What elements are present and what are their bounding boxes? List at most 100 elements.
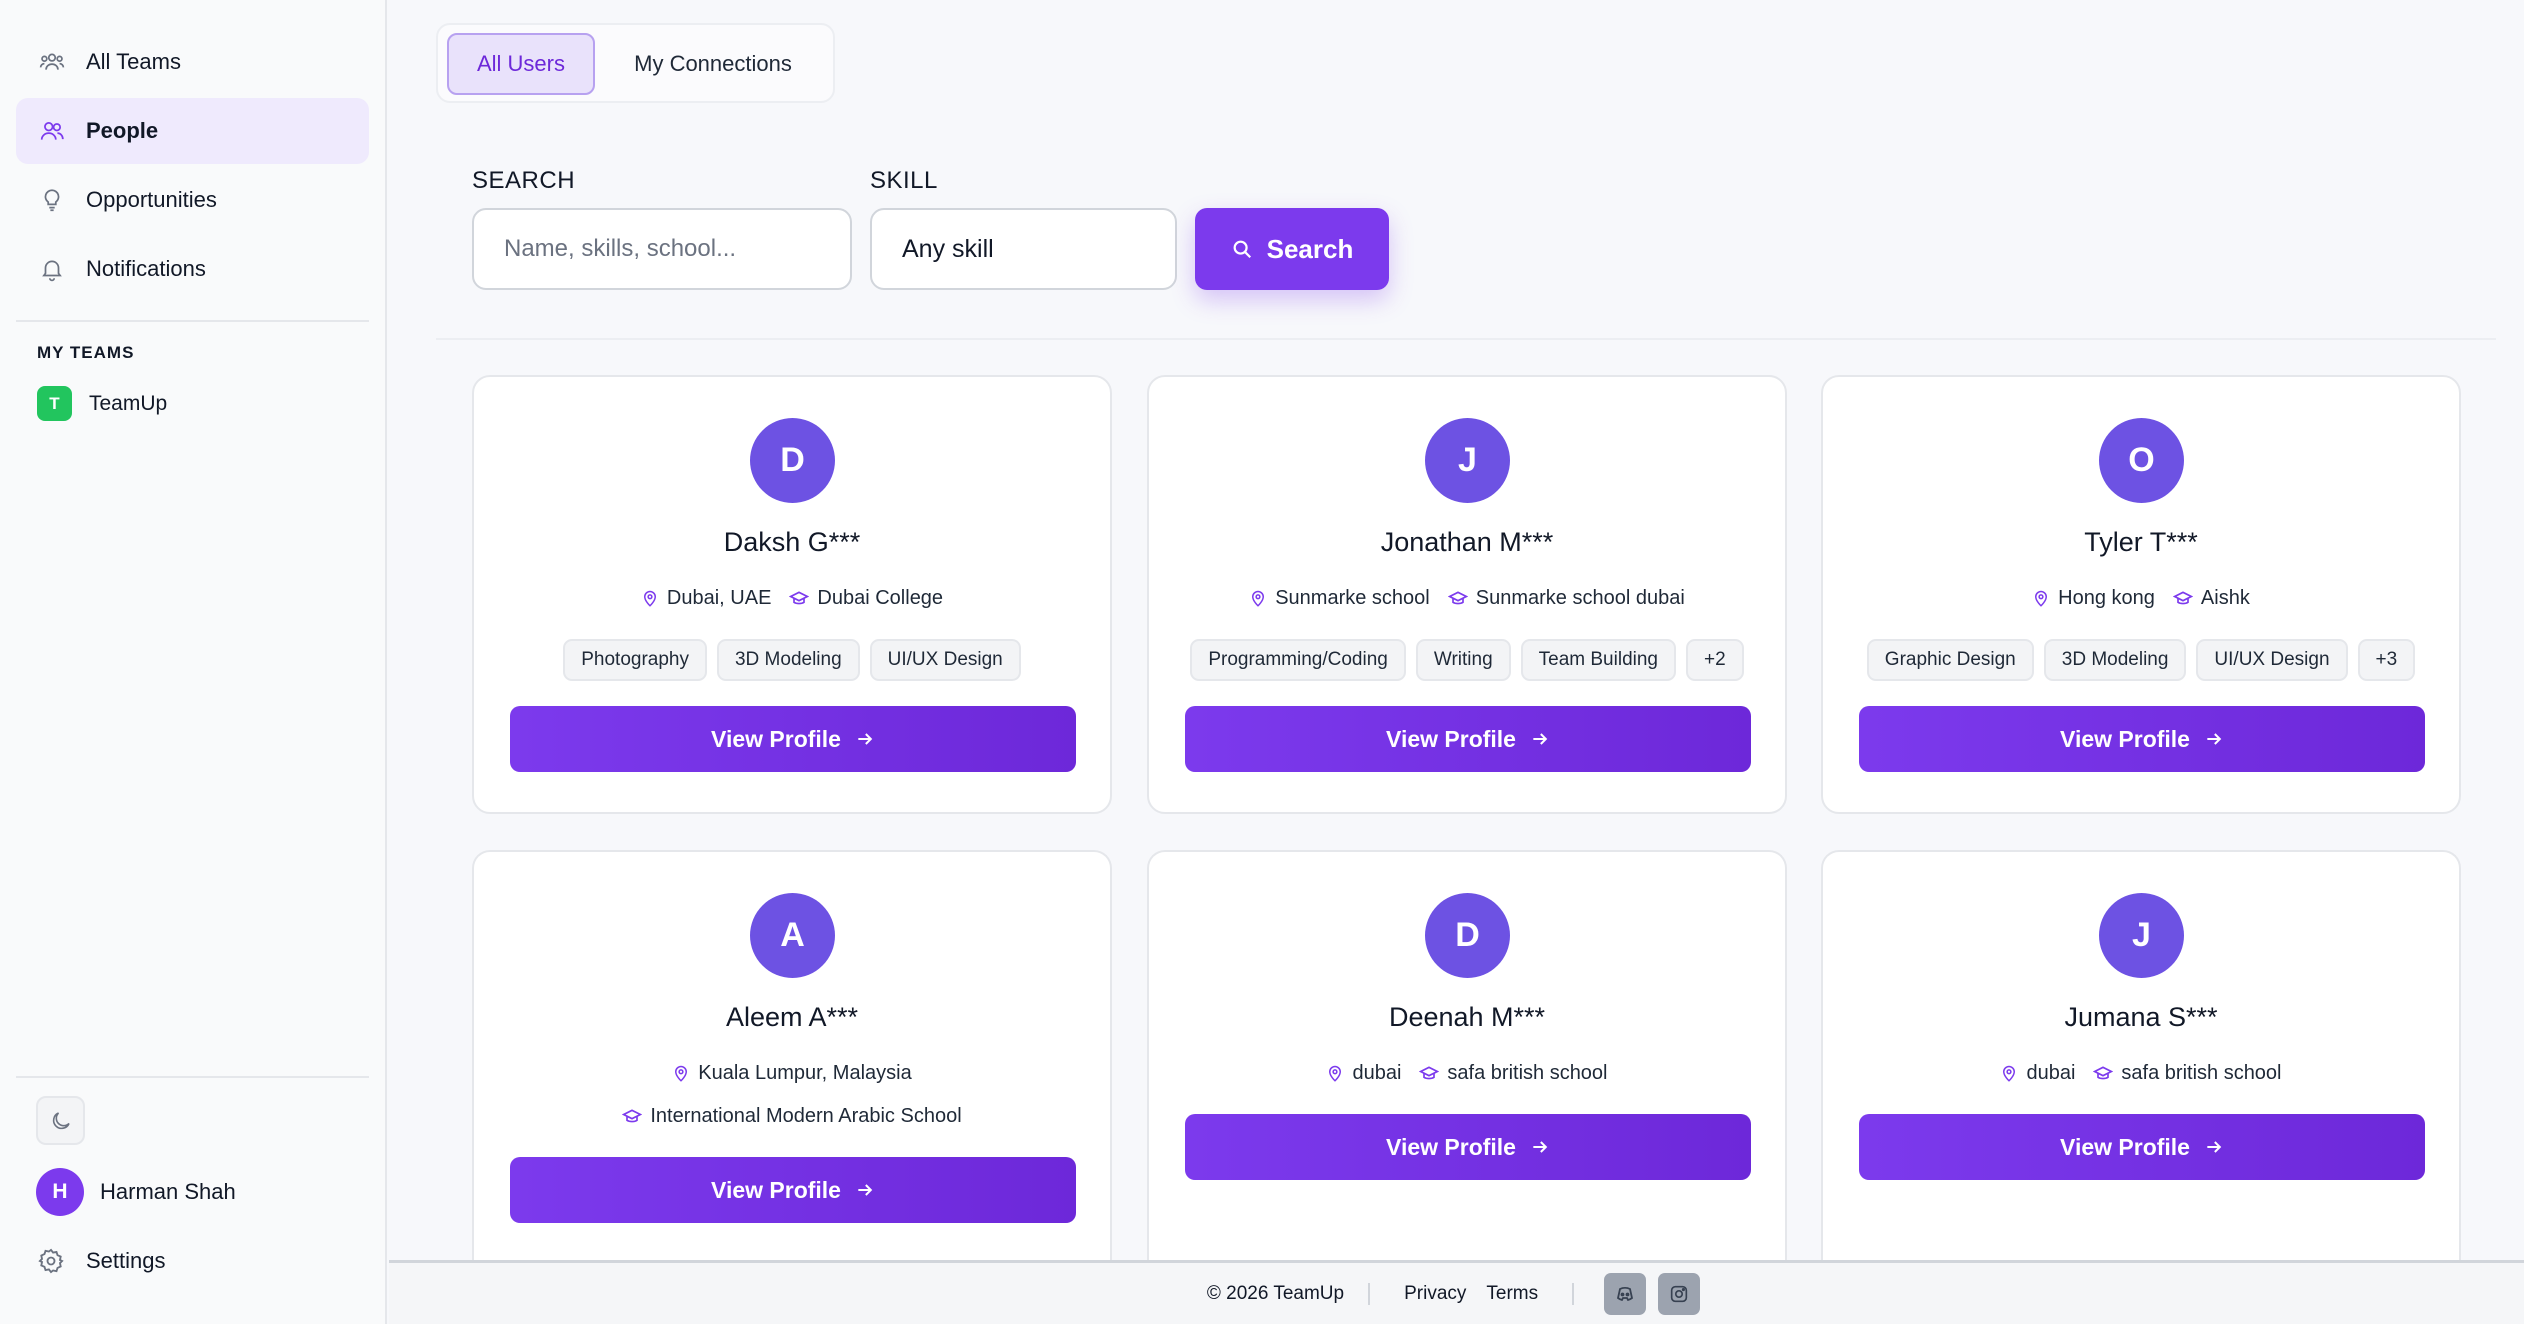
skill-tag: Photography	[563, 639, 707, 681]
skill-tag: Graphic Design	[1866, 639, 2034, 681]
view-profile-button[interactable]: View Profile	[1859, 1114, 2425, 1180]
view-profile-button[interactable]: View Profile	[1859, 706, 2425, 772]
user-card-school: Aishk	[2200, 587, 2250, 609]
moon-icon	[49, 1109, 73, 1133]
search-button[interactable]: Search	[1195, 208, 1389, 290]
sidebar-divider	[16, 320, 369, 322]
user-card-name: Aleem A***	[725, 1002, 859, 1032]
user-card-location: Dubai, UAE	[666, 587, 772, 609]
user-card-meta: Hong kong Aishk	[1823, 587, 2459, 610]
location-pin-icon	[1252, 590, 1265, 607]
avatar: J	[2099, 893, 2184, 978]
avatar: J	[1425, 418, 1510, 503]
user-card-location: dubai	[1352, 1062, 1402, 1084]
user-card: O Tyler T*** Hong kong Aishk Graphic Des…	[1821, 375, 2461, 814]
team-badge: T	[37, 386, 72, 421]
user-card-school: Dubai College	[817, 587, 944, 609]
user-card: D Deenah M*** dubai safa british school …	[1147, 850, 1787, 1260]
user-card-school: safa british school	[2121, 1062, 2282, 1084]
view-profile-button[interactable]: View Profile	[510, 706, 1076, 772]
graduation-cap-icon	[622, 1108, 643, 1122]
user-name: Harman Shah	[100, 1179, 236, 1204]
user-card-name: Daksh G***	[723, 527, 861, 557]
team-item-teamup[interactable]: T TeamUp	[37, 386, 167, 421]
people-icon	[38, 117, 66, 145]
user-card-school: safa british school	[1447, 1062, 1608, 1084]
nav-item-all-teams[interactable]: All Teams	[16, 29, 369, 95]
sidebar: All Teams People Opportunities Notificat…	[0, 0, 387, 1324]
user-card-location-row: Kuala Lumpur, Malaysia	[474, 1062, 1110, 1085]
user-card-meta: dubai safa british school	[1823, 1062, 2459, 1085]
terms-link[interactable]: Terms	[1486, 1283, 1538, 1305]
nav-item-people[interactable]: People	[16, 98, 369, 164]
nav-label: All Teams	[86, 49, 181, 74]
user-card-location: Sunmarke school	[1275, 587, 1430, 609]
view-profile-button[interactable]: View Profile	[510, 1157, 1076, 1223]
arrow-right-icon	[2204, 729, 2224, 749]
user-card-school: International Modern Arabic School	[650, 1105, 962, 1127]
user-card-meta: Dubai, UAE Dubai College	[474, 587, 1110, 610]
privacy-link[interactable]: Privacy	[1404, 1283, 1466, 1305]
user-card-name: Deenah M***	[1388, 1002, 1546, 1032]
tab-my-connections[interactable]: My Connections	[602, 33, 824, 95]
location-pin-icon	[1329, 1065, 1342, 1082]
nav-label: Notifications	[86, 256, 206, 281]
settings-label: Settings	[86, 1248, 166, 1273]
bell-icon	[38, 255, 66, 283]
location-pin-icon	[675, 1065, 688, 1082]
avatar: D	[1425, 893, 1510, 978]
tab-all-users[interactable]: All Users	[447, 33, 595, 95]
graduation-cap-icon	[1419, 1065, 1440, 1079]
skill-tags: Programming/Coding Writing Team Building…	[1149, 639, 1785, 681]
skill-label: SKILL	[870, 167, 938, 194]
user-card-meta: Sunmarke school Sunmarke school dubai	[1149, 587, 1785, 610]
avatar: D	[750, 418, 835, 503]
search-button-label: Search	[1266, 233, 1354, 264]
skill-tag: UI/UX Design	[869, 639, 1021, 681]
user-card-school: Sunmarke school dubai	[1475, 587, 1685, 609]
skill-tag: UI/UX Design	[2196, 639, 2348, 681]
user-card: J Jonathan M*** Sunmarke school Sunmarke…	[1147, 375, 1787, 814]
instagram-icon[interactable]	[1658, 1272, 1701, 1315]
user-card: J Jumana S*** dubai safa british school …	[1821, 850, 2461, 1260]
view-profile-button[interactable]: View Profile	[1185, 1114, 1751, 1180]
nav-label: People	[86, 118, 159, 143]
skill-tags: Graphic Design 3D Modeling UI/UX Design …	[1823, 639, 2459, 681]
user-card-name: Tyler T***	[2084, 527, 2198, 557]
skill-tag: 3D Modeling	[716, 639, 860, 681]
skill-tag-more[interactable]: +2	[1685, 639, 1744, 681]
skill-tag-more[interactable]: +3	[2357, 639, 2416, 681]
user-card: D Daksh G*** Dubai, UAE Dubai College Ph…	[472, 375, 1112, 814]
settings-link[interactable]: Settings	[36, 1246, 166, 1276]
avatar: O	[2099, 418, 2184, 503]
my-teams-title: MY TEAMS	[37, 343, 135, 362]
user-card: A Aleem A*** Kuala Lumpur, Malaysia Inte…	[472, 850, 1112, 1260]
arrow-right-icon	[2204, 1137, 2224, 1157]
user-tabs: All Users My Connections	[436, 23, 835, 103]
footer-separator	[1572, 1282, 1575, 1305]
skill-tag: Writing	[1415, 639, 1511, 681]
users-icon	[38, 48, 66, 76]
discord-icon[interactable]	[1604, 1272, 1647, 1315]
user-profile[interactable]: H Harman Shah	[36, 1168, 236, 1216]
skill-tag: Programming/Coding	[1190, 639, 1406, 681]
nav-item-opportunities[interactable]: Opportunities	[16, 167, 369, 233]
user-card-name: Jumana S***	[2064, 1002, 2218, 1032]
theme-toggle-button[interactable]	[36, 1096, 85, 1145]
skill-tag: Team Building	[1520, 639, 1676, 681]
team-name: TeamUp	[89, 391, 168, 415]
footer: © 2026 TeamUp Privacy Terms	[389, 1260, 2524, 1324]
skill-select[interactable]: Any skill	[870, 208, 1177, 290]
user-card-name: Jonathan M***	[1380, 527, 1554, 557]
sidebar-divider	[16, 1076, 369, 1078]
user-card-location: dubai	[2026, 1062, 2076, 1084]
search-input[interactable]	[472, 208, 852, 290]
skill-tags: Photography 3D Modeling UI/UX Design	[474, 639, 1110, 681]
graduation-cap-icon	[2172, 590, 2193, 604]
nav-item-notifications[interactable]: Notifications	[16, 236, 369, 302]
graduation-cap-icon	[789, 590, 810, 604]
view-profile-button[interactable]: View Profile	[1185, 706, 1751, 772]
arrow-right-icon	[855, 1180, 875, 1200]
avatar: A	[750, 893, 835, 978]
arrow-right-icon	[855, 729, 875, 749]
